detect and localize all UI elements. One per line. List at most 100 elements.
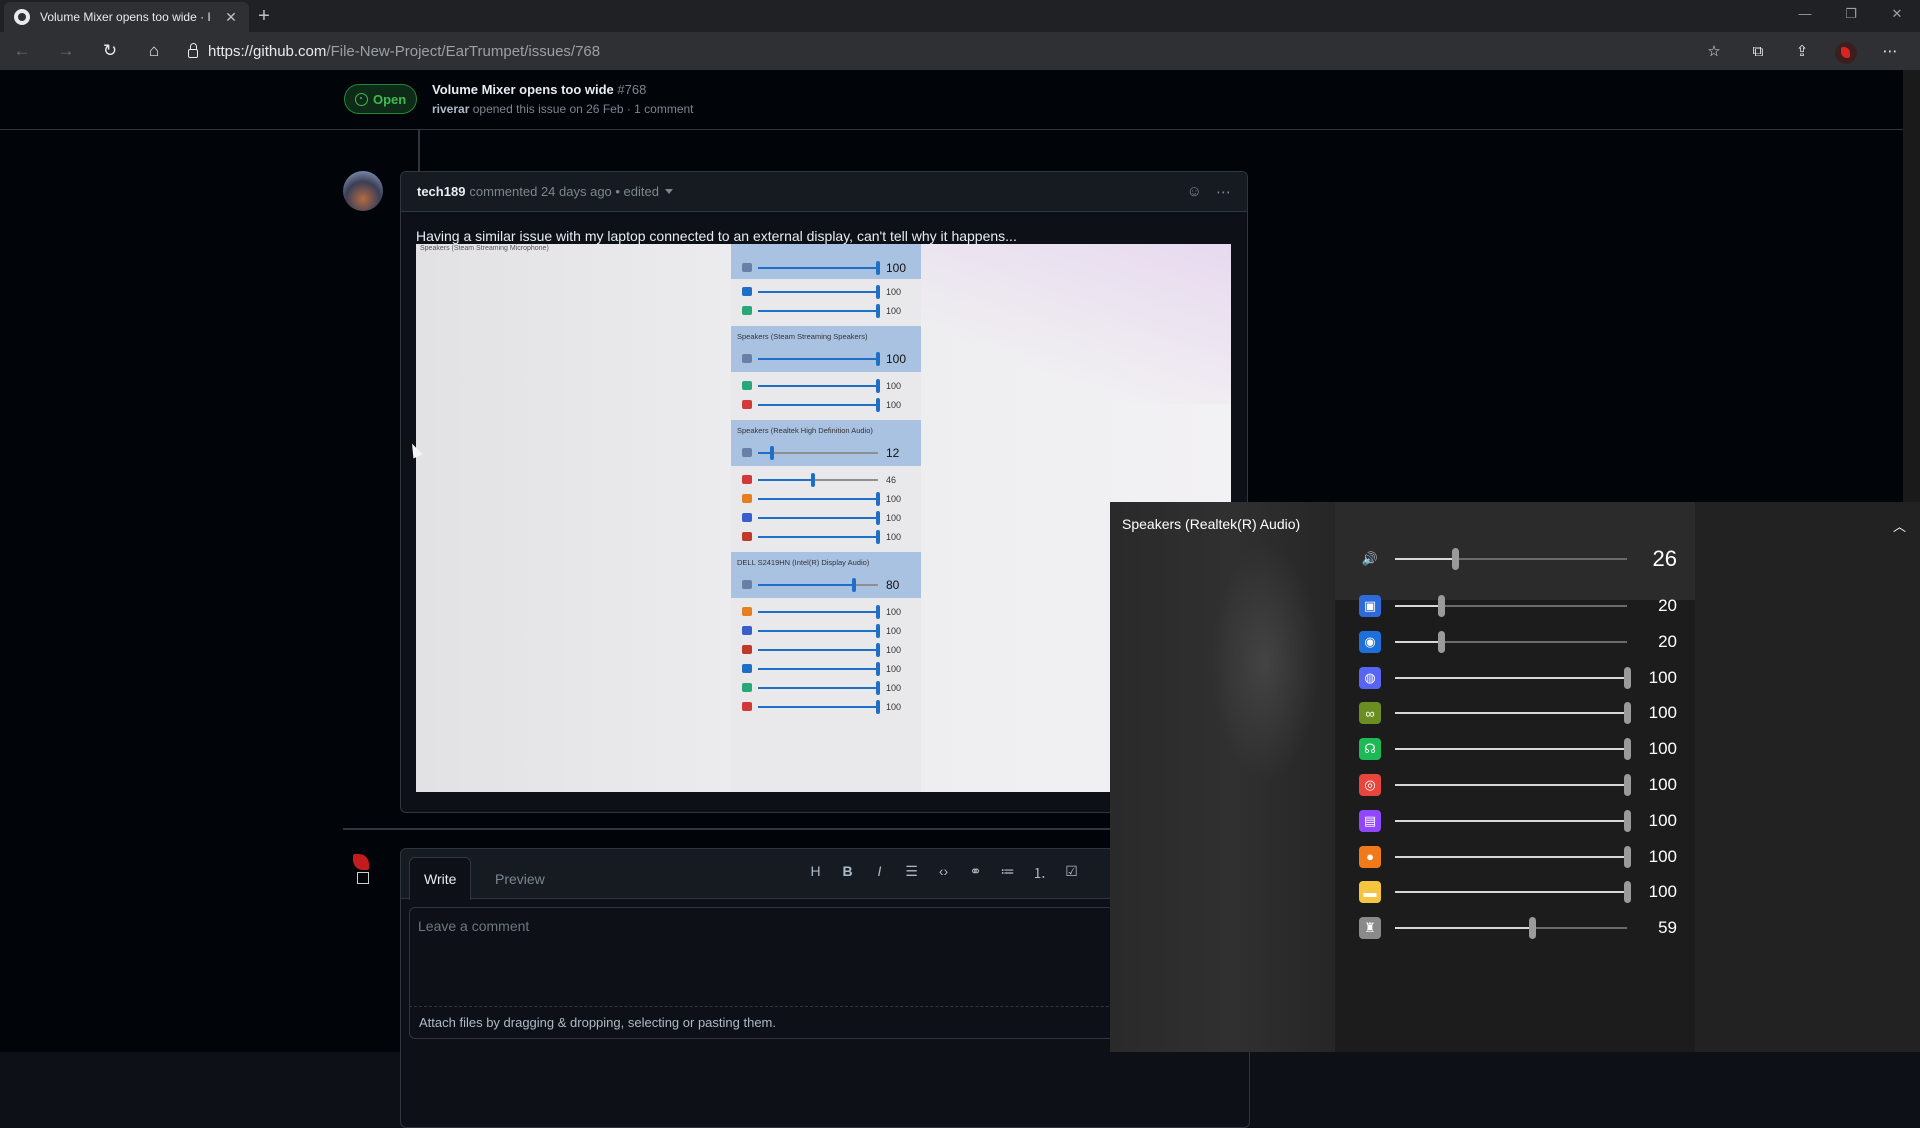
more-menu-icon[interactable]: ⋯ [1868, 42, 1912, 60]
code-icon[interactable]: ‹› [934, 863, 953, 883]
microphone-icon[interactable]: ● [1359, 845, 1381, 868]
screenshot-volume-value: 80 [886, 577, 900, 592]
slider-thumb[interactable] [1452, 548, 1460, 570]
app-volume-slider[interactable] [1395, 881, 1631, 904]
app-volume-slider[interactable] [1395, 845, 1631, 868]
screenshot-image[interactable]: Speakers (Steam Streaming Microphone) 10… [416, 244, 1231, 792]
slider-fill [758, 629, 878, 632]
app-volume-slider[interactable] [1395, 738, 1631, 761]
url-host: https://github.com [208, 42, 327, 60]
chevron-up-icon[interactable]: ︿ [1893, 516, 1906, 535]
edited-dropdown-icon[interactable] [664, 189, 673, 194]
link-icon[interactable]: ⚭ [966, 863, 985, 883]
media-player-icon[interactable]: ◉ [1359, 630, 1381, 653]
issue-title[interactable]: Volume Mixer opens too wide #768 [432, 82, 646, 97]
comment-author[interactable]: tech189 [417, 184, 465, 199]
screenshot-mixer: 100 100 100 Speakers (Steam Streaming Speak… [731, 244, 921, 792]
forward-button[interactable]: → [44, 32, 88, 70]
heading-icon[interactable]: H [806, 863, 825, 883]
screenshot-device-volume-row: 100 [731, 256, 921, 279]
restore-button[interactable]: ❐ [1828, 0, 1874, 30]
slider-thumb [876, 397, 880, 412]
issue-author[interactable]: riverar [432, 102, 469, 116]
bold-icon[interactable]: B [838, 863, 857, 883]
slider-thumb[interactable] [1438, 630, 1446, 653]
speaker-icon[interactable]: 🔊 [1359, 548, 1381, 570]
screenshot-volume-value: 100 [886, 351, 907, 366]
slider-thumb[interactable] [1438, 595, 1446, 617]
window-controls: — ❐ ✕ [1782, 0, 1920, 30]
app-volume-slider[interactable] [1395, 595, 1627, 617]
app-volume-slider[interactable] [1395, 809, 1631, 832]
app-volume-slider[interactable] [1395, 774, 1631, 796]
tab-write[interactable]: Write [409, 857, 472, 900]
screenshot-slider [758, 303, 880, 318]
profile-avatar[interactable] [1824, 38, 1868, 64]
close-window-button[interactable]: ✕ [1874, 0, 1920, 30]
comment-options-icon[interactable]: ⋯ [1216, 183, 1231, 201]
home-button[interactable]: ⌂ [132, 32, 176, 70]
slider-thumb[interactable] [1624, 881, 1631, 904]
slider-thumb[interactable] [1624, 738, 1631, 761]
minecraft-icon[interactable]: ∞ [1359, 702, 1381, 725]
browser-icon[interactable]: ◎ [1359, 774, 1381, 796]
app-volume-slider[interactable] [1395, 666, 1631, 689]
app-volume-slider[interactable] [1395, 917, 1627, 940]
slider-fill [1395, 605, 1442, 607]
numbered-list-icon[interactable]: ⒈ [1030, 863, 1049, 883]
slider-thumb[interactable] [1624, 845, 1631, 868]
screenshot-app-volume-row: 100 [731, 299, 921, 322]
monitor-app-icon[interactable]: ▣ [1359, 595, 1381, 617]
quote-icon[interactable]: ☰ [902, 863, 921, 883]
url-path: /File-New-Project/EarTrumpet/issues/768 [326, 42, 601, 60]
game-icon[interactable]: ♜ [1359, 917, 1381, 940]
app-icon [742, 702, 752, 711]
app-icon [742, 381, 752, 390]
collections-icon[interactable]: ⧉ [1736, 43, 1780, 60]
twitch-icon[interactable]: ▤ [1359, 809, 1381, 832]
app-volume-slider[interactable] [1395, 630, 1627, 653]
screenshot-slider [758, 397, 880, 412]
task-list-icon[interactable]: ☑ [1062, 863, 1081, 883]
avatar[interactable] [347, 854, 379, 886]
slider-thumb [876, 604, 880, 619]
slider-thumb[interactable] [1624, 774, 1631, 796]
screenshot-slider [758, 680, 880, 695]
app-volume-value: 100 [1648, 882, 1677, 902]
italic-icon[interactable]: I [870, 863, 889, 883]
speaker-icon [742, 263, 752, 272]
slider-thumb [770, 445, 775, 460]
app-volume-row: ♜ 59 [1335, 906, 1695, 950]
slider-thumb[interactable] [1624, 702, 1631, 725]
back-button[interactable]: ← [0, 32, 44, 70]
slider-fill [758, 266, 878, 269]
slider-thumb [876, 491, 880, 506]
url-field[interactable]: https://github.com/File-New-Project/EarT… [180, 36, 600, 66]
avatar[interactable] [343, 171, 383, 211]
tab-preview[interactable]: Preview [481, 857, 559, 900]
app-volume-value: 100 [1648, 775, 1677, 794]
app-volume-slider[interactable] [1395, 702, 1631, 725]
browser-tab[interactable]: Volume Mixer opens too wide · I ✕ [4, 2, 249, 32]
emoji-reaction-icon[interactable]: ☺ [1187, 183, 1202, 201]
favorite-icon[interactable]: ☆ [1692, 42, 1736, 60]
screenshot-slider [758, 577, 878, 592]
discord-icon[interactable]: ◍ [1359, 666, 1381, 689]
share-icon[interactable]: ⇪ [1780, 42, 1824, 60]
folder-icon[interactable]: ▬ [1359, 881, 1381, 904]
device-volume-slider[interactable] [1395, 548, 1627, 570]
issue-open-icon [355, 92, 368, 106]
reload-button[interactable]: ↻ [88, 32, 132, 70]
tab-title: Volume Mixer opens too wide · I [40, 10, 211, 24]
slider-thumb[interactable] [1624, 809, 1631, 832]
headset-icon[interactable]: ☊ [1359, 738, 1381, 761]
slider-thumb[interactable] [1528, 917, 1536, 940]
close-tab-icon[interactable]: ✕ [223, 9, 239, 26]
new-tab-button[interactable]: + [249, 2, 279, 32]
bulleted-list-icon[interactable]: ≔ [998, 863, 1017, 883]
slider-fill [758, 497, 878, 500]
issue-meta: riverar opened this issue on 26 Feb · 1 … [432, 102, 694, 116]
slider-thumb[interactable] [1624, 666, 1631, 689]
screenshot-volume-value: 100 [886, 682, 902, 693]
minimize-button[interactable]: — [1782, 0, 1828, 30]
